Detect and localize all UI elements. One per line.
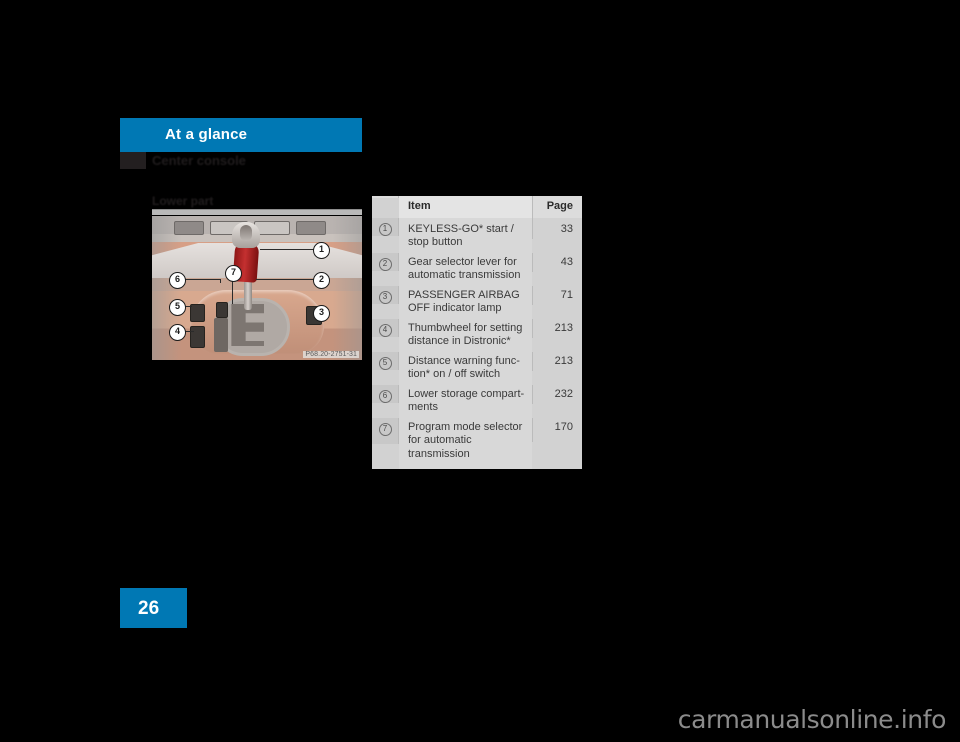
callout-5: 5	[169, 299, 186, 316]
legend-row-page[interactable]: 232	[532, 384, 582, 404]
leader-line-1	[260, 249, 314, 250]
leader-line-2	[256, 279, 314, 280]
program-mode-strip	[214, 318, 228, 352]
callout-3: 3	[313, 305, 330, 322]
legend-table: Item Page 1 KEYLESS-GO* start / stop butt…	[372, 196, 582, 469]
legend-header-page: Page	[532, 196, 582, 218]
circled-number-icon: 3	[378, 290, 392, 304]
legend-row-number: 1	[372, 217, 399, 236]
leader-line-6	[184, 279, 220, 280]
section-title-bar: At a glance	[120, 118, 362, 152]
callout-4: 4	[169, 324, 186, 341]
legend-row-page[interactable]: 71	[532, 285, 582, 305]
legend-row-number: 7	[372, 417, 399, 444]
keyless-go-start-stop-button	[240, 225, 252, 241]
callout-1: 1	[313, 242, 330, 259]
legend-row-item: Program mode selector for automatic tran…	[399, 417, 532, 469]
legend-row: 6 Lower storage compart-ments 232	[372, 384, 582, 418]
legend-header-row: Item Page	[372, 196, 582, 218]
legend-row-number: 6	[372, 384, 399, 403]
manual-page: At a glance Center console Lower part 1 …	[0, 0, 960, 742]
legend-row-item: Thumbwheel for setting distance in Distr…	[399, 318, 532, 352]
legend-row: 1 KEYLESS-GO* start / stop button 33	[372, 217, 582, 253]
legend-header: Item Page	[372, 196, 582, 218]
callout-2: 2	[313, 272, 330, 289]
page-title: At a glance	[165, 126, 248, 143]
legend-row: 5 Distance warning func-tion* on / off sw…	[372, 351, 582, 385]
legend-row-item: Lower storage compart-ments	[399, 384, 532, 418]
legend-header-item: Item	[399, 196, 532, 218]
legend-row: 3 PASSENGER AIRBAG OFF indicator lamp 71	[372, 285, 582, 319]
legend-row-page[interactable]: 213	[532, 318, 582, 338]
legend-row: 2 Gear selector lever for automatic trans…	[372, 252, 582, 286]
legend-row: 7 Program mode selector for automatic tra…	[372, 417, 582, 469]
legend-row-item: Distance warning func-tion* on / off swi…	[399, 351, 532, 385]
page-number-block: 26	[120, 588, 187, 628]
distronic-thumbwheel	[190, 326, 205, 348]
legend-row-number: 5	[372, 351, 399, 370]
circled-number-icon: 7	[378, 422, 392, 436]
legend-row-page[interactable]: 213	[532, 351, 582, 371]
dash-vent-right	[296, 221, 326, 235]
distance-warning-switch	[190, 304, 205, 322]
site-watermark: carmanualsonline.info	[677, 705, 947, 734]
legend-row-item: Gear selector lever for automatic transm…	[399, 252, 532, 286]
circled-number-icon: 4	[378, 323, 392, 337]
circled-number-icon: 5	[378, 356, 392, 370]
program-mode-selector	[216, 302, 228, 318]
legend-row-number: 4	[372, 318, 399, 337]
legend-row: 4 Thumbwheel for setting distance in Dist…	[372, 318, 582, 352]
figure-container: 1 2 3 4 5 6 7 P68.20-2751-31	[152, 216, 362, 360]
section-subtitle: Center console	[152, 153, 246, 168]
dash-vent-left	[174, 221, 204, 235]
leader-line-6b	[220, 279, 221, 283]
legend-row-item: PASSENGER AIRBAG OFF indicator lamp	[399, 285, 532, 319]
leader-line-7	[232, 280, 233, 304]
legend-row-item: KEYLESS-GO* start / stop button	[399, 217, 532, 253]
legend-body: 1 KEYLESS-GO* start / stop button 33 2 Gear …	[372, 217, 582, 469]
circled-number-icon: 1	[378, 222, 392, 236]
circled-number-icon: 6	[378, 389, 392, 403]
legend-row-page[interactable]: 33	[532, 217, 582, 239]
legend-row-page[interactable]: 43	[532, 252, 582, 272]
legend-header-number	[372, 196, 399, 198]
page-number: 26	[138, 598, 160, 619]
legend-row-page[interactable]: 170	[532, 417, 582, 442]
center-console-photo: 1 2 3 4 5 6 7 P68.20-2751-31	[152, 216, 362, 360]
subsection-heading: Lower part	[152, 194, 214, 208]
circled-number-icon: 2	[378, 257, 392, 271]
figure-image-code: P68.20-2751-31	[303, 351, 359, 358]
page-edge-tab	[120, 152, 146, 169]
legend-row-number: 2	[372, 252, 399, 271]
legend-row-number: 3	[372, 285, 399, 304]
callout-7: 7	[225, 265, 242, 282]
subsection-rule	[152, 209, 362, 215]
callout-6: 6	[169, 272, 186, 289]
